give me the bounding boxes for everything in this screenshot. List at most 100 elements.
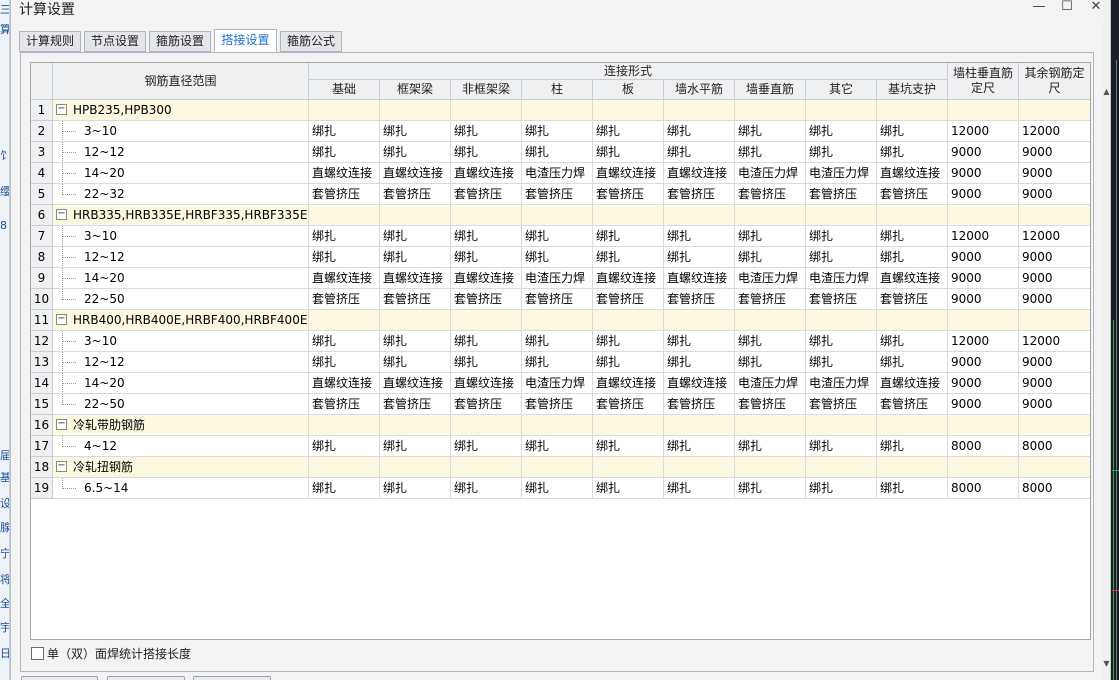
connection-cell[interactable]: 绑扎 xyxy=(877,331,948,352)
connection-cell[interactable] xyxy=(735,415,806,436)
wall-length-cell[interactable]: 9000 xyxy=(948,373,1019,394)
connection-cell[interactable] xyxy=(877,310,948,331)
connection-cell[interactable]: 绑扎 xyxy=(522,352,593,373)
range-cell[interactable]: 4~12 xyxy=(53,436,309,457)
connection-cell[interactable]: 绑扎 xyxy=(522,478,593,499)
connection-cell[interactable] xyxy=(593,457,664,478)
connection-cell[interactable]: 套管挤压 xyxy=(877,394,948,415)
connection-cell[interactable]: 绑扎 xyxy=(451,142,522,163)
connection-cell[interactable]: 电渣压力焊 xyxy=(735,373,806,394)
other-length-cell[interactable]: 9000 xyxy=(1019,352,1090,373)
connection-cell[interactable]: 套管挤压 xyxy=(806,394,877,415)
wall-length-cell[interactable]: 9000 xyxy=(948,163,1019,184)
connection-cell[interactable]: 绑扎 xyxy=(593,331,664,352)
connection-cell[interactable]: 绑扎 xyxy=(806,247,877,268)
connection-cell[interactable]: 绑扎 xyxy=(664,247,735,268)
connection-cell[interactable]: 绑扎 xyxy=(451,352,522,373)
connection-cell[interactable] xyxy=(664,205,735,226)
other-length-cell[interactable]: 12000 xyxy=(1019,121,1090,142)
connection-cell[interactable] xyxy=(309,457,380,478)
table-group-row[interactable]: 16− 冷轧带肋钢筋 xyxy=(31,415,1090,436)
collapse-icon[interactable]: − xyxy=(56,104,67,115)
connection-cell[interactable]: 套管挤压 xyxy=(664,289,735,310)
connection-cell[interactable] xyxy=(593,310,664,331)
other-length-cell[interactable]: 9000 xyxy=(1019,268,1090,289)
connection-cell[interactable]: 绑扎 xyxy=(664,142,735,163)
connection-cell[interactable]: 绑扎 xyxy=(522,247,593,268)
background-scrollbar[interactable]: ▲ ▼ xyxy=(1102,0,1111,680)
connection-cell[interactable]: 绑扎 xyxy=(735,352,806,373)
scroll-down-icon[interactable]: ▼ xyxy=(1102,658,1111,670)
connection-cell[interactable]: 电渣压力焊 xyxy=(806,163,877,184)
connection-cell[interactable]: 绑扎 xyxy=(451,436,522,457)
checkbox-box[interactable] xyxy=(31,647,44,660)
connection-cell[interactable]: 绑扎 xyxy=(806,436,877,457)
range-cell[interactable]: 6.5~14 xyxy=(53,478,309,499)
connection-cell[interactable]: 绑扎 xyxy=(806,226,877,247)
range-cell[interactable]: 3~10 xyxy=(53,121,309,142)
range-cell[interactable]: 14~20 xyxy=(53,163,309,184)
table-group-row[interactable]: 1− HPB235,HPB300 xyxy=(31,100,1090,121)
connection-cell[interactable]: 绑扎 xyxy=(593,247,664,268)
wall-length-cell[interactable]: 9000 xyxy=(948,268,1019,289)
footer-button[interactable] xyxy=(21,676,98,680)
collapse-icon[interactable]: − xyxy=(56,314,67,325)
connection-cell[interactable]: 直螺纹连接 xyxy=(380,373,451,394)
table-row[interactable]: 10 22~50 套管挤压 套管挤压 套管挤压 套管挤压 套管挤压 套管挤压 套管挤压 套管挤压套… xyxy=(31,289,1090,310)
connection-cell[interactable] xyxy=(451,457,522,478)
connection-cell[interactable]: 套管挤压 xyxy=(451,184,522,205)
table-row[interactable]: 3 12~12 绑扎 绑扎 绑扎 绑扎 绑扎 绑扎 绑扎 绑扎 绑扎 9000 9000 xyxy=(31,142,1090,163)
table-group-row[interactable]: 11− HRB400,HRB400E,HRBF400,HRBF400E... xyxy=(31,310,1090,331)
connection-cell[interactable]: 直螺纹连接 xyxy=(877,373,948,394)
connection-cell[interactable]: 直螺纹连接 xyxy=(593,373,664,394)
connection-cell[interactable] xyxy=(806,310,877,331)
wall-length-cell[interactable] xyxy=(948,310,1019,331)
other-length-cell[interactable]: 12000 xyxy=(1019,226,1090,247)
connection-cell[interactable]: 套管挤压 xyxy=(806,289,877,310)
tab-node-settings[interactable]: 节点设置 xyxy=(84,31,146,52)
footer-button[interactable] xyxy=(107,676,185,680)
connection-cell[interactable] xyxy=(806,100,877,121)
connection-cell[interactable]: 绑扎 xyxy=(309,436,380,457)
other-length-cell[interactable]: 9000 xyxy=(1019,373,1090,394)
other-length-cell[interactable] xyxy=(1019,205,1090,226)
connection-cell[interactable]: 套管挤压 xyxy=(380,394,451,415)
connection-cell[interactable] xyxy=(451,205,522,226)
range-cell[interactable]: − 冷轧带肋钢筋 xyxy=(53,415,309,436)
connection-cell[interactable] xyxy=(664,310,735,331)
range-cell[interactable]: − HPB235,HPB300 xyxy=(53,100,309,121)
connection-cell[interactable]: 直螺纹连接 xyxy=(664,268,735,289)
connection-cell[interactable]: 绑扎 xyxy=(380,142,451,163)
connection-cell[interactable]: 绑扎 xyxy=(309,121,380,142)
connection-cell[interactable]: 绑扎 xyxy=(735,226,806,247)
wall-length-cell[interactable]: 9000 xyxy=(948,352,1019,373)
connection-cell[interactable]: 套管挤压 xyxy=(664,394,735,415)
connection-cell[interactable]: 绑扎 xyxy=(380,121,451,142)
connection-cell[interactable]: 绑扎 xyxy=(664,226,735,247)
connection-cell[interactable]: 套管挤压 xyxy=(735,289,806,310)
table-group-row[interactable]: 6− HRB335,HRB335E,HRBF335,HRBF335E xyxy=(31,205,1090,226)
tab-calc-rules[interactable]: 计算规则 xyxy=(19,31,81,52)
range-cell[interactable]: 12~12 xyxy=(53,142,309,163)
connection-cell[interactable] xyxy=(735,457,806,478)
connection-cell[interactable] xyxy=(309,310,380,331)
connection-cell[interactable]: 电渣压力焊 xyxy=(735,163,806,184)
table-row[interactable]: 7 3~10 绑扎 绑扎 绑扎 绑扎 绑扎 绑扎 绑扎 绑扎 绑扎 12000 12000 xyxy=(31,226,1090,247)
connection-cell[interactable]: 绑扎 xyxy=(380,226,451,247)
connection-cell[interactable] xyxy=(309,205,380,226)
connection-cell[interactable]: 电渣压力焊 xyxy=(522,373,593,394)
range-cell[interactable]: 12~12 xyxy=(53,352,309,373)
wall-length-cell[interactable]: 9000 xyxy=(948,184,1019,205)
connection-cell[interactable]: 电渣压力焊 xyxy=(522,268,593,289)
connection-cell[interactable]: 绑扎 xyxy=(735,142,806,163)
connection-cell[interactable] xyxy=(451,415,522,436)
connection-cell[interactable]: 绑扎 xyxy=(877,121,948,142)
title-bar[interactable]: 计算设置 — ☐ ✕ xyxy=(11,0,1103,24)
connection-cell[interactable]: 绑扎 xyxy=(877,478,948,499)
connection-cell[interactable]: 绑扎 xyxy=(877,436,948,457)
tab-stirrup-settings[interactable]: 箍筋设置 xyxy=(149,31,211,52)
connection-cell[interactable]: 绑扎 xyxy=(451,247,522,268)
connection-cell[interactable] xyxy=(877,100,948,121)
connection-cell[interactable]: 绑扎 xyxy=(451,121,522,142)
connection-cell[interactable] xyxy=(664,100,735,121)
